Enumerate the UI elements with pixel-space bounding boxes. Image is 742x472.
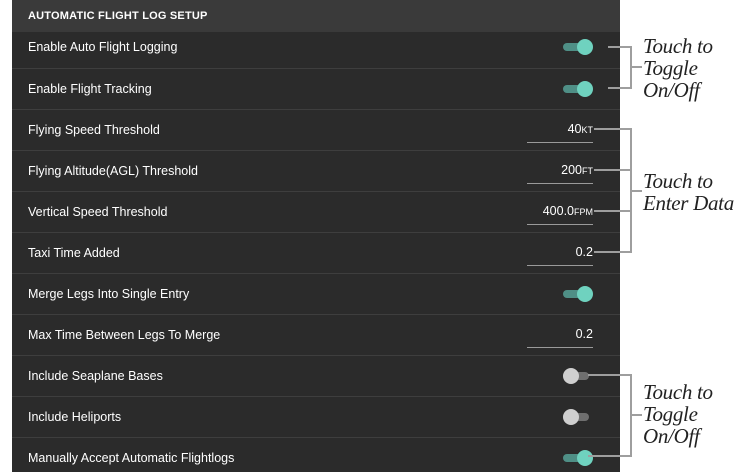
settings-row[interactable]: Flying Altitude(AGL) Threshold 200FT [12,150,620,191]
field-number: 400.0 [542,204,574,218]
setting-label: Include Heliports [28,410,122,424]
settings-row[interactable]: Enable Auto Flight Logging [12,27,620,68]
toggle-thumb [563,368,579,384]
setting-label: Flying Speed Threshold [28,123,160,137]
callout-toggle-bottom: Touch to Toggle On/Off [643,380,713,448]
field-unit: KT [581,125,593,135]
field-value: 400.0FPM [543,204,593,218]
toggle-switch[interactable] [563,368,593,384]
field-value: 200FT [561,163,593,177]
settings-row[interactable]: Include Heliports [12,396,620,437]
toggle-thumb [577,39,593,55]
toggle-switch[interactable] [563,409,593,425]
setting-label: Include Seaplane Bases [28,369,163,383]
setting-label: Manually Accept Automatic Flightlogs [28,451,235,465]
field-number: 40 [567,122,582,136]
field-value: 0.2 [576,327,593,341]
field-unit: FT [582,166,593,176]
field-value: 0.2 [576,245,593,259]
value-input-field[interactable]: 400.0FPM [527,201,593,225]
settings-row[interactable]: Merge Legs Into Single Entry [12,273,620,314]
toggle-switch[interactable] [563,39,593,55]
setting-label: Merge Legs Into Single Entry [28,287,190,301]
toggle-switch[interactable] [563,286,593,302]
toggle-thumb [563,409,579,425]
flight-log-setup-panel: AUTOMATIC FLIGHT LOG SETUP Enable Auto F… [12,0,620,472]
field-value: 40KT [568,122,593,136]
setting-label: Enable Flight Tracking [28,82,152,96]
settings-row[interactable]: Include Seaplane Bases [12,355,620,396]
field-number: 0.2 [575,327,593,341]
callout-toggle-top: Touch to Toggle On/Off [643,34,713,102]
value-input-field[interactable]: 40KT [527,119,593,143]
setting-label: Flying Altitude(AGL) Threshold [28,164,198,178]
field-number: 200 [561,163,582,177]
toggle-switch[interactable] [563,81,593,97]
settings-row[interactable]: Enable Flight Tracking [12,68,620,109]
settings-row[interactable]: Max Time Between Legs To Merge 0.2 [12,314,620,355]
toggle-thumb [577,286,593,302]
toggle-switch[interactable] [563,450,593,466]
setting-label: Enable Auto Flight Logging [28,40,178,54]
settings-row[interactable]: Vertical Speed Threshold 400.0FPM [12,191,620,232]
toggle-thumb [577,81,593,97]
settings-row[interactable]: Flying Speed Threshold 40KT [12,109,620,150]
toggle-thumb [577,450,593,466]
field-unit: FPM [574,207,593,217]
settings-row[interactable]: Taxi Time Added 0.2 [12,232,620,273]
callout-enter-data: Touch to Enter Data [643,169,734,215]
setting-label: Taxi Time Added [28,246,120,260]
setting-label: Max Time Between Legs To Merge [28,328,221,342]
value-input-field[interactable]: 0.2 [527,324,593,348]
value-input-field[interactable]: 0.2 [527,242,593,266]
field-number: 0.2 [575,245,593,259]
setting-label: Vertical Speed Threshold [28,205,168,219]
settings-row[interactable]: Manually Accept Automatic Flightlogs [12,437,620,472]
value-input-field[interactable]: 200FT [527,160,593,184]
